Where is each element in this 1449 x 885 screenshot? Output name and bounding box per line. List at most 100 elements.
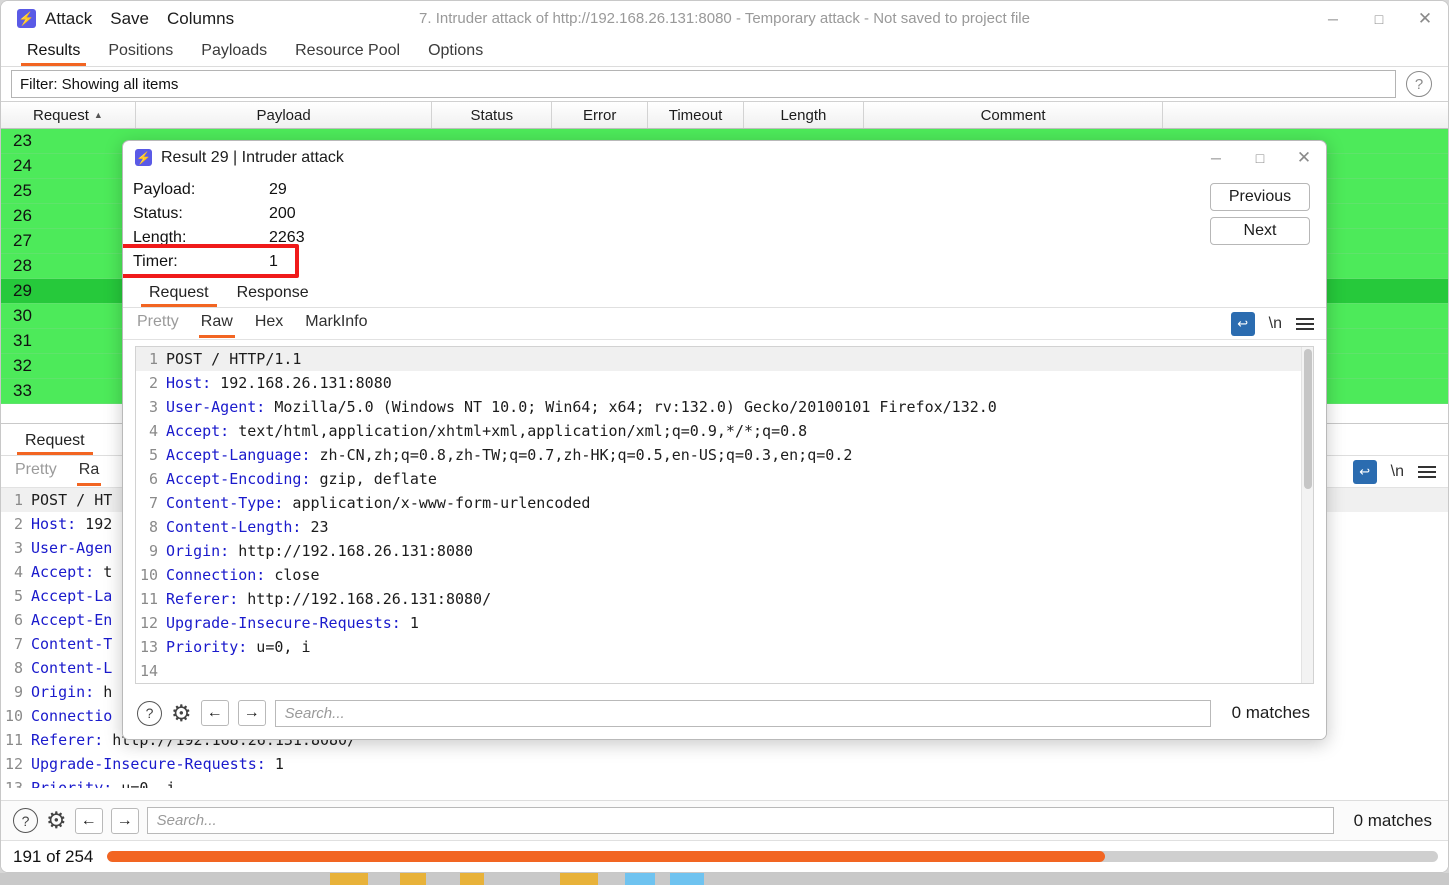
panel-tab-request[interactable]: Request [11,432,99,455]
column-header-comment[interactable]: Comment [864,102,1164,128]
menu-columns[interactable]: Columns [158,1,243,36]
dialog-tab-request[interactable]: Request [135,284,223,307]
taskbar-app-icon[interactable] [670,873,704,885]
tab-results[interactable]: Results [13,42,94,66]
line-number: 11 [4,731,23,749]
dialog-minimize-icon[interactable]: ─ [1194,141,1238,174]
help-icon[interactable]: ? [137,700,162,726]
dialog-tab-response[interactable]: Response [223,284,323,307]
dialog-search-bar: ? ⚙ ← → Search... 0 matches [123,687,1326,739]
dialog-subtab-raw[interactable]: Raw [198,313,235,338]
header-value: Mozilla/5.0 (Windows NT 10.0; Win64; x64… [265,398,997,416]
header-value: 23 [301,518,329,536]
search-next-button[interactable]: → [237,700,266,726]
header-value: 1 [265,755,284,773]
taskbar-app-icon[interactable] [400,873,426,885]
menu-icon[interactable] [1418,466,1436,478]
header-value: gzip, deflate [310,470,437,488]
line-number: 9 [13,683,23,701]
column-header-error[interactable]: Error [552,102,649,128]
summary-value: 2263 [269,229,305,246]
column-header-timeout[interactable]: Timeout [648,102,744,128]
code-line: 2 Host: 192.168.26.131:8080 [136,371,1313,395]
header-name: Priority: [31,779,113,788]
line-number: 4 [148,422,158,440]
code-line: 14 [136,659,1313,683]
gear-icon[interactable]: ⚙ [46,809,67,832]
line-number: 8 [13,659,23,677]
tab-payloads[interactable]: Payloads [187,42,281,66]
header-name: Content-L [31,659,113,677]
newline-icon[interactable]: \n [1269,315,1282,333]
subtab-pretty[interactable]: Pretty [15,461,57,483]
line-number: 4 [13,563,23,581]
dialog-subtab-pretty[interactable]: Pretty [137,313,179,335]
taskbar-sliver [0,873,1449,885]
taskbar-app-icon[interactable] [560,873,598,885]
search-input[interactable]: Search... [146,807,1334,834]
header-name: Origin: [31,683,95,701]
dialog-subtab-hex[interactable]: Hex [255,313,283,335]
header-name: Connection: [166,566,266,584]
menu-save[interactable]: Save [101,1,158,36]
filter-bar[interactable]: Filter: Showing all items [11,70,1396,98]
maximize-icon[interactable]: □ [1356,1,1402,36]
dialog-maximize-icon[interactable]: □ [1238,141,1282,174]
header-value: u=0, i [112,779,176,788]
header-value: h [94,683,113,701]
code-line: 13 Priority: u=0, i [1,776,1448,788]
summary-label: Status: [133,205,183,222]
header-name: Accept-La [31,587,113,605]
attack-status-bar: 191 of 254 [1,840,1448,872]
gear-icon[interactable]: ⚙ [171,701,192,725]
dialog-request-code-view[interactable]: 1 POST / HTTP/1.1 2 Host: 192.168.26.131… [135,346,1314,684]
header-name: Host: [31,515,77,533]
line-number: 13 [139,638,158,656]
next-button[interactable]: Next [1210,217,1310,245]
previous-button[interactable]: Previous [1210,183,1310,211]
row-request-number: 25 [13,181,32,200]
tab-options[interactable]: Options [414,42,497,66]
code-line: 12 Upgrade-Insecure-Requests: 1 [136,611,1313,635]
help-icon[interactable]: ? [1406,71,1432,97]
word-wrap-icon[interactable]: ↩ [1230,312,1255,336]
newline-icon[interactable]: \n [1391,463,1404,481]
sort-ascending-icon: ▲ [93,110,103,120]
search-next-button[interactable]: → [110,807,139,834]
search-input[interactable]: Search... [274,699,1211,727]
result-summary: Payload: 29 Status: 200 Length: 2263 Tim… [123,174,1326,278]
taskbar-app-icon[interactable] [625,873,655,885]
tab-positions[interactable]: Positions [94,42,187,66]
code-scrollbar[interactable] [1301,347,1313,683]
column-header-request[interactable]: Request ▲ [1,102,136,128]
subtab-raw[interactable]: Ra [76,461,102,486]
line-number: 8 [148,518,158,536]
column-header-length[interactable]: Length [744,102,864,128]
taskbar-app-icon[interactable] [460,873,484,885]
tab-resource-pool[interactable]: Resource Pool [281,42,414,66]
dialog-subtab-markinfo[interactable]: MarkInfo [305,313,367,335]
header-value: text/html,application/xhtml+xml,applicat… [229,422,808,440]
line-number: 6 [148,470,158,488]
column-header-status[interactable]: Status [432,102,553,128]
column-header-payload[interactable]: Payload [136,102,433,128]
minimize-icon[interactable]: ─ [1310,1,1356,36]
word-wrap-icon[interactable]: ↩ [1352,460,1377,484]
code-line: 9 Origin: http://192.168.26.131:8080 [136,539,1313,563]
search-previous-button[interactable]: ← [74,807,103,834]
dialog-view-subtabs: Pretty Raw Hex MarkInfo ↩ \n [123,308,1326,340]
taskbar-app-icon[interactable] [330,873,368,885]
line-number: 7 [13,635,23,653]
line-text: POST / HT [31,491,113,509]
help-icon[interactable]: ? [13,808,38,833]
header-value: 1 [400,614,419,632]
search-previous-button[interactable]: ← [200,700,229,726]
close-icon[interactable]: ✕ [1402,1,1448,36]
code-line: 7 Content-Type: application/x-www-form-u… [136,491,1313,515]
code-scrollbar-thumb[interactable] [1304,349,1312,489]
row-request-number: 29 [13,281,32,300]
menu-attack[interactable]: Attack [36,1,101,36]
request-search-bar: ? ⚙ ← → Search... 0 matches [1,800,1448,840]
menu-icon[interactable] [1296,318,1314,330]
dialog-close-icon[interactable]: ✕ [1282,141,1326,174]
